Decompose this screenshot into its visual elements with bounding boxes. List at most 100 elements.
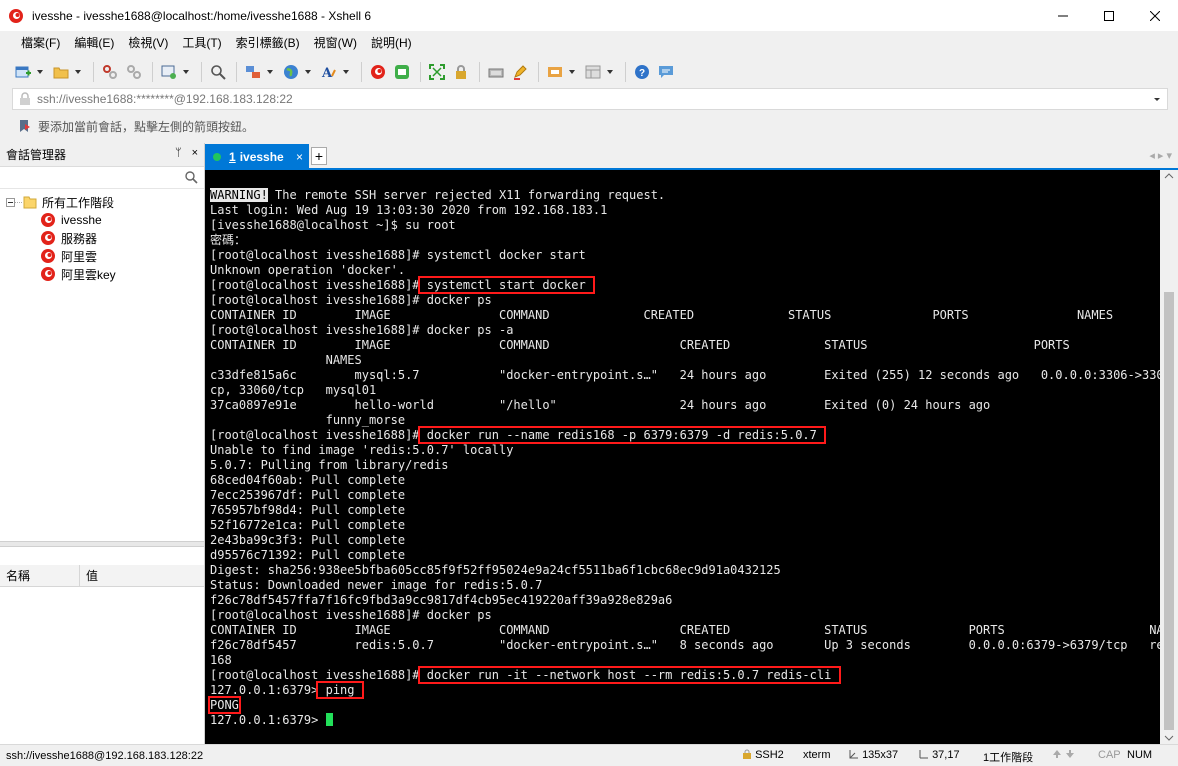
- transfer-button[interactable]: [242, 61, 264, 83]
- transfer-dropdown[interactable]: [266, 61, 274, 83]
- connected-status-dot: [213, 153, 221, 161]
- lock-icon: [20, 92, 30, 105]
- xshell-session-icon: [41, 231, 55, 245]
- compose-button[interactable]: [544, 61, 566, 83]
- terminal-text: [root@localhost ivesshe1688]# docker ps: [210, 608, 492, 622]
- new-tab-button[interactable]: +: [311, 147, 327, 165]
- font-button[interactable]: A: [318, 61, 340, 83]
- terminal-text: 5.0.7: Pulling from library/redis: [210, 458, 449, 472]
- globe-button[interactable]: [280, 61, 302, 83]
- layout-dropdown[interactable]: [606, 61, 614, 83]
- xshell-button[interactable]: [367, 61, 389, 83]
- xftp-button[interactable]: [391, 61, 413, 83]
- toolbar-separator: [361, 61, 362, 82]
- fullscreen-button[interactable]: [426, 61, 448, 83]
- tree-root[interactable]: 所有工作階段: [0, 193, 204, 211]
- new-session-dropdown[interactable]: [36, 61, 44, 83]
- tab-ivesshe[interactable]: 1 ivesshe ×: [205, 144, 309, 170]
- terminal-line: CONTAINER ID IMAGE COMMAND CREATED STATU…: [210, 338, 1160, 353]
- toolbar-separator: [201, 61, 202, 82]
- menu-window[interactable]: 視窗(W): [307, 31, 364, 56]
- session-item-server[interactable]: 服務器: [0, 229, 204, 247]
- properties-button[interactable]: [158, 61, 180, 83]
- arrow-down-icon[interactable]: [1065, 749, 1075, 759]
- menu-help[interactable]: 說明(H): [364, 31, 419, 56]
- find-button[interactable]: [207, 61, 229, 83]
- terminal-text: f26c78df5457ffa7f16fc9fbd3a9cc9817df4cb9…: [210, 593, 673, 607]
- terminal-text: Digest: sha256:938ee5bfba605cc85f9f52ff9…: [210, 563, 781, 577]
- tab-bar: 1 ivesshe × + ◂ ▸ ▾: [205, 143, 1178, 170]
- terminal-text: c33dfe815a6c mysql:5.7 "docker-entrypoin…: [210, 368, 1160, 382]
- highlight-button[interactable]: [509, 61, 531, 83]
- minimize-button[interactable]: [1040, 0, 1086, 31]
- window-title: ivesshe - ivesshe1688@localhost:/home/iv…: [32, 8, 372, 23]
- scroll-up-icon[interactable]: [1164, 172, 1174, 180]
- pin-icon[interactable]: ᛘ: [175, 147, 182, 159]
- session-item-aliyun-key[interactable]: 阿里雲key: [0, 265, 204, 283]
- layout-button[interactable]: [582, 61, 604, 83]
- maximize-button[interactable]: [1086, 0, 1132, 31]
- compose-dropdown[interactable]: [568, 61, 576, 83]
- terminal-area[interactable]: WARNING! The remote SSH server rejected …: [205, 170, 1160, 744]
- lock-button[interactable]: [450, 61, 472, 83]
- menu-file[interactable]: 檔案(F): [14, 31, 67, 56]
- session-label: 服務器: [61, 231, 98, 246]
- properties-dropdown[interactable]: [182, 61, 190, 83]
- terminal-line: [root@localhost ivesshe1688]# systemctl …: [210, 276, 1160, 294]
- terminal-line: 127.0.0.1:6379> ping: [210, 681, 1160, 699]
- menu-tabs[interactable]: 索引標籤(B): [229, 31, 307, 56]
- session-item-aliyun[interactable]: 阿里雲: [0, 247, 204, 265]
- terminal-line: Last login: Wed Aug 19 13:03:30 2020 fro…: [210, 203, 1160, 218]
- xshell-session-icon: [41, 249, 55, 263]
- menu-view[interactable]: 檢視(V): [121, 31, 175, 56]
- session-count: 1工作階段: [983, 752, 1034, 764]
- close-window-button[interactable]: [1132, 0, 1178, 31]
- terminal-line: f26c78df5457 redis:5.0.7 "docker-entrypo…: [210, 638, 1160, 653]
- globe-dropdown[interactable]: [304, 61, 312, 83]
- font-dropdown[interactable]: [342, 61, 350, 83]
- collapse-icon[interactable]: [6, 197, 15, 207]
- panel-splitter[interactable]: [0, 541, 204, 547]
- cursor-position: 37,17: [919, 749, 960, 761]
- terminal-line: CONTAINER ID IMAGE COMMAND CREATED STATU…: [210, 623, 1160, 638]
- reconnect-button[interactable]: [99, 61, 121, 83]
- terminal-line: [root@localhost ivesshe1688]# docker ps: [210, 608, 1160, 623]
- transfer-icon: [246, 65, 260, 78]
- session-search-input[interactable]: [0, 167, 204, 189]
- terminal-scrollbar[interactable]: [1160, 170, 1178, 744]
- new-session-button[interactable]: [12, 61, 34, 83]
- terminal-text: NAMES: [210, 353, 362, 367]
- protocol-label: SSH2: [755, 749, 784, 761]
- toolbar-separator: [420, 61, 421, 82]
- terminal-line: 7ecc253967df: Pull complete: [210, 488, 1160, 503]
- help-icon: ?: [635, 64, 649, 79]
- open-folder-dropdown[interactable]: [74, 61, 82, 83]
- properties-name-column[interactable]: 名稱: [0, 564, 80, 587]
- address-bar[interactable]: ssh://ivesshe1688:********@192.168.183.1…: [12, 88, 1168, 110]
- chevron-down-icon[interactable]: [1151, 92, 1163, 106]
- arrow-up-icon[interactable]: [1052, 749, 1062, 759]
- tab-close-icon[interactable]: ×: [296, 150, 303, 164]
- close-panel-icon[interactable]: ×: [192, 147, 198, 159]
- terminal-line: PONG: [208, 696, 1160, 714]
- help-button[interactable]: ?: [631, 61, 653, 83]
- disconnect-button[interactable]: [123, 61, 145, 83]
- bookmark-arrow-icon[interactable]: [18, 119, 32, 133]
- menu-edit[interactable]: 編輯(E): [67, 31, 121, 56]
- properties-icon: [161, 65, 176, 79]
- chat-button[interactable]: [655, 61, 677, 83]
- terminal-line: [root@localhost ivesshe1688]# docker run…: [210, 666, 1160, 684]
- tab-label: ivesshe: [239, 150, 284, 164]
- scroll-thumb[interactable]: [1164, 292, 1174, 730]
- properties-value-column[interactable]: 值: [80, 567, 98, 584]
- menu-tools[interactable]: 工具(T): [175, 31, 228, 56]
- session-item-ivesshe[interactable]: ivesshe: [0, 211, 204, 229]
- search-icon[interactable]: [184, 170, 198, 184]
- hint-bar: 要添加當前會話，點擊左側的箭頭按鈕。: [12, 115, 1168, 137]
- highlighted-command: PONG: [208, 696, 241, 714]
- tab-navigation[interactable]: ◂ ▸ ▾: [1149, 149, 1172, 162]
- terminal-line: Status: Downloaded newer image for redis…: [210, 578, 1160, 593]
- scroll-down-icon[interactable]: [1164, 734, 1174, 742]
- keyboard-button[interactable]: [485, 61, 507, 83]
- open-folder-button[interactable]: [50, 61, 72, 83]
